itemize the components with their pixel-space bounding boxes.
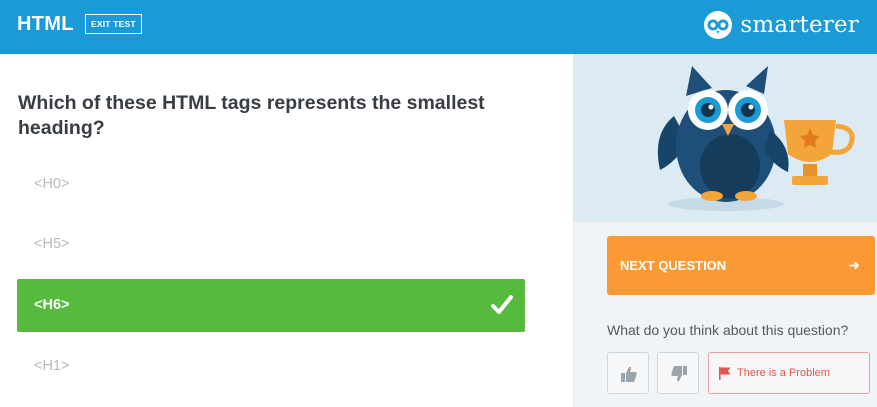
- test-title: HTML: [17, 13, 74, 35]
- thumbs-up-button[interactable]: [607, 352, 649, 394]
- report-problem-button[interactable]: There is a Problem: [708, 352, 870, 394]
- next-question-label: NEXT QUESTION: [620, 258, 727, 273]
- top-bar: HTML EXIT TEST smarterer: [0, 0, 877, 54]
- checkmark-icon: [491, 295, 513, 314]
- owl-trophy-illustration: [657, 66, 855, 211]
- sidebar: NEXT QUESTION ➜ What do you think about …: [573, 54, 877, 407]
- answer-option[interactable]: <H5>: [17, 218, 525, 271]
- thumbs-down-button[interactable]: [657, 352, 699, 394]
- brand-name: smarterer: [740, 12, 859, 38]
- arrow-right-icon: ➜: [848, 257, 860, 273]
- thumbs-down-icon: [671, 366, 687, 382]
- owl-logo-icon: [704, 11, 733, 39]
- feedback-prompt: What do you think about this question?: [607, 322, 849, 338]
- exit-test-button[interactable]: EXIT TEST: [85, 14, 142, 34]
- question-panel: Which of these HTML tags represents the …: [0, 54, 573, 407]
- answer-label: <H6>: [34, 297, 70, 313]
- answer-option-selected[interactable]: <H6>: [17, 279, 525, 332]
- thumbs-up-icon: [621, 366, 637, 382]
- report-problem-label: There is a Problem: [737, 367, 830, 379]
- owl-mascot-panel: [574, 54, 877, 222]
- question-text: Which of these HTML tags represents the …: [18, 92, 485, 139]
- next-question-button[interactable]: NEXT QUESTION ➜: [607, 236, 875, 295]
- flag-icon: [719, 367, 731, 380]
- brand-logo[interactable]: smarterer: [703, 9, 859, 41]
- answer-option[interactable]: <H1>: [17, 340, 525, 393]
- answer-option[interactable]: <H0>: [17, 158, 525, 211]
